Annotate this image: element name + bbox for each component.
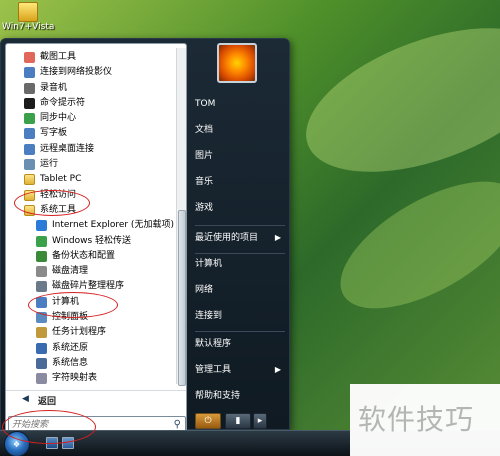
program-label: 字符映射表 (52, 373, 98, 384)
scrollbar[interactable] (176, 48, 186, 386)
scrollbar-thumb[interactable] (178, 210, 186, 386)
program-icon (36, 327, 47, 339)
program-icon (24, 128, 35, 140)
program-label: 同步中心 (40, 113, 77, 124)
program-item[interactable]: 同步中心 (6, 111, 174, 126)
program-item[interactable]: Tablet PC (6, 172, 174, 187)
wallpaper-streak (287, 0, 500, 201)
right-pane: TOM 文档 图片 音乐 游戏 最近使用的项目 ▶ 计算机 网络 连接到 默认程… (191, 39, 289, 431)
program-item[interactable]: 系统还原 (6, 341, 174, 356)
program-item[interactable]: 远程桌面连接 (6, 142, 174, 157)
desktop-icon-label: Win7+Vista (2, 22, 55, 32)
program-label: 远程桌面连接 (40, 143, 95, 154)
music-item[interactable]: 音乐 (195, 171, 285, 193)
program-icon (24, 97, 35, 109)
admin-tools-label: 管理工具 (195, 365, 232, 375)
watermark-text: 软件技巧 (358, 403, 475, 436)
program-item[interactable]: 写字板 (6, 126, 174, 141)
power-icon[interactable]: ⏻ (195, 413, 221, 429)
desktop-icon[interactable]: Win7+Vista (0, 0, 56, 40)
program-label: 系统信息 (52, 357, 89, 368)
recent-items[interactable]: 最近使用的项目 ▶ (195, 227, 285, 249)
program-item[interactable]: 截图工具 (6, 50, 174, 65)
program-icon (36, 281, 47, 293)
games-item[interactable]: 游戏 (195, 197, 285, 219)
folder-icon (18, 2, 38, 22)
search-icon[interactable]: ⚲ (174, 419, 181, 430)
recent-items-label: 最近使用的项目 (195, 233, 259, 243)
watermark: 软件技巧 (350, 384, 500, 456)
annotation-ellipse (2, 410, 96, 444)
folder-icon (24, 174, 35, 186)
programs-list: 截图工具连接到网络投影仪 录音机命令提示符同步中心写字板远程桌面连接 运行 Table… (6, 50, 174, 387)
network-item[interactable]: 网络 (195, 279, 285, 301)
program-icon (36, 342, 47, 354)
program-item[interactable]: 系统信息 (6, 356, 174, 371)
admin-tools-item[interactable]: 管理工具 ▶ (195, 359, 285, 381)
program-label: 任务计划程序 (52, 327, 107, 338)
back-arrow-icon: ◀ (22, 394, 29, 404)
program-icon (36, 220, 47, 232)
program-item[interactable]: 字符映射表 (6, 371, 174, 386)
separator (195, 331, 285, 332)
program-icon (24, 52, 35, 63)
program-item[interactable]: 备份状态和配置 (6, 249, 174, 264)
program-label: 系统还原 (52, 342, 89, 353)
annotation-ellipse (28, 292, 118, 318)
annotation-ellipse (14, 190, 90, 216)
program-item[interactable]: 命令提示符 (6, 96, 174, 111)
program-icon (36, 373, 47, 385)
program-icon (24, 82, 35, 94)
program-icon (36, 250, 47, 262)
user-item[interactable]: TOM (195, 93, 285, 115)
program-label: 写字板 (40, 128, 68, 139)
connect-to-item[interactable]: 连接到 (195, 305, 285, 327)
program-icon (36, 266, 47, 278)
program-icon (36, 235, 47, 247)
power-controls: ⏻ ▮ ▸ (191, 413, 289, 429)
program-label: Tablet PC (40, 174, 82, 185)
back-label: 返回 (38, 397, 57, 407)
program-label: 运行 (40, 159, 59, 170)
back-button[interactable]: ◀ 返回 (6, 390, 186, 408)
chevron-right-icon: ▶ (274, 365, 281, 374)
lock-icon[interactable]: ▮ (225, 413, 251, 429)
program-label: 录音机 (40, 82, 68, 93)
program-label: Windows 轻松传送 (52, 235, 132, 246)
program-item[interactable]: 磁盘清理 (6, 264, 174, 279)
start-menu: 截图工具连接到网络投影仪 录音机命令提示符同步中心写字板远程桌面连接 运行 Table… (0, 38, 290, 443)
programs-pane: 截图工具连接到网络投影仪 录音机命令提示符同步中心写字板远程桌面连接 运行 Table… (5, 43, 187, 443)
program-label: 连接到网络投影仪 (40, 67, 113, 78)
pictures-item[interactable]: 图片 (195, 145, 285, 167)
program-icon (24, 67, 35, 79)
windows-flag-icon: ❖ (13, 440, 21, 449)
help-support-item[interactable]: 帮助和支持 (195, 385, 285, 407)
program-label: 备份状态和配置 (52, 250, 116, 261)
separator (195, 225, 285, 226)
computer-item[interactable]: 计算机 (195, 253, 285, 275)
program-item[interactable]: 录音机 (6, 81, 174, 96)
documents-item[interactable]: 文档 (195, 119, 285, 141)
program-label: Internet Explorer (无加载项) (52, 220, 174, 231)
program-label: 命令提示符 (40, 97, 86, 108)
default-programs-item[interactable]: 默认程序 (195, 333, 285, 355)
program-label: 截图工具 (40, 52, 77, 62)
program-icon (24, 159, 35, 171)
program-item[interactable]: 连接到网络投影仪 (6, 65, 174, 80)
program-icon (24, 143, 35, 155)
program-item[interactable]: Windows 轻松传送 (6, 234, 174, 249)
program-item[interactable]: 任务计划程序 (6, 325, 174, 340)
wallpaper-streak (320, 156, 500, 334)
program-item[interactable]: 运行 (6, 157, 174, 172)
chevron-right-icon: ▶ (274, 233, 281, 242)
program-icon (36, 357, 47, 369)
program-icon (24, 113, 35, 125)
chevron-right-icon[interactable]: ▸ (253, 413, 267, 429)
program-label: 磁盘清理 (52, 266, 89, 277)
user-avatar[interactable] (217, 43, 257, 83)
program-item[interactable]: Internet Explorer (无加载项) (6, 218, 174, 233)
